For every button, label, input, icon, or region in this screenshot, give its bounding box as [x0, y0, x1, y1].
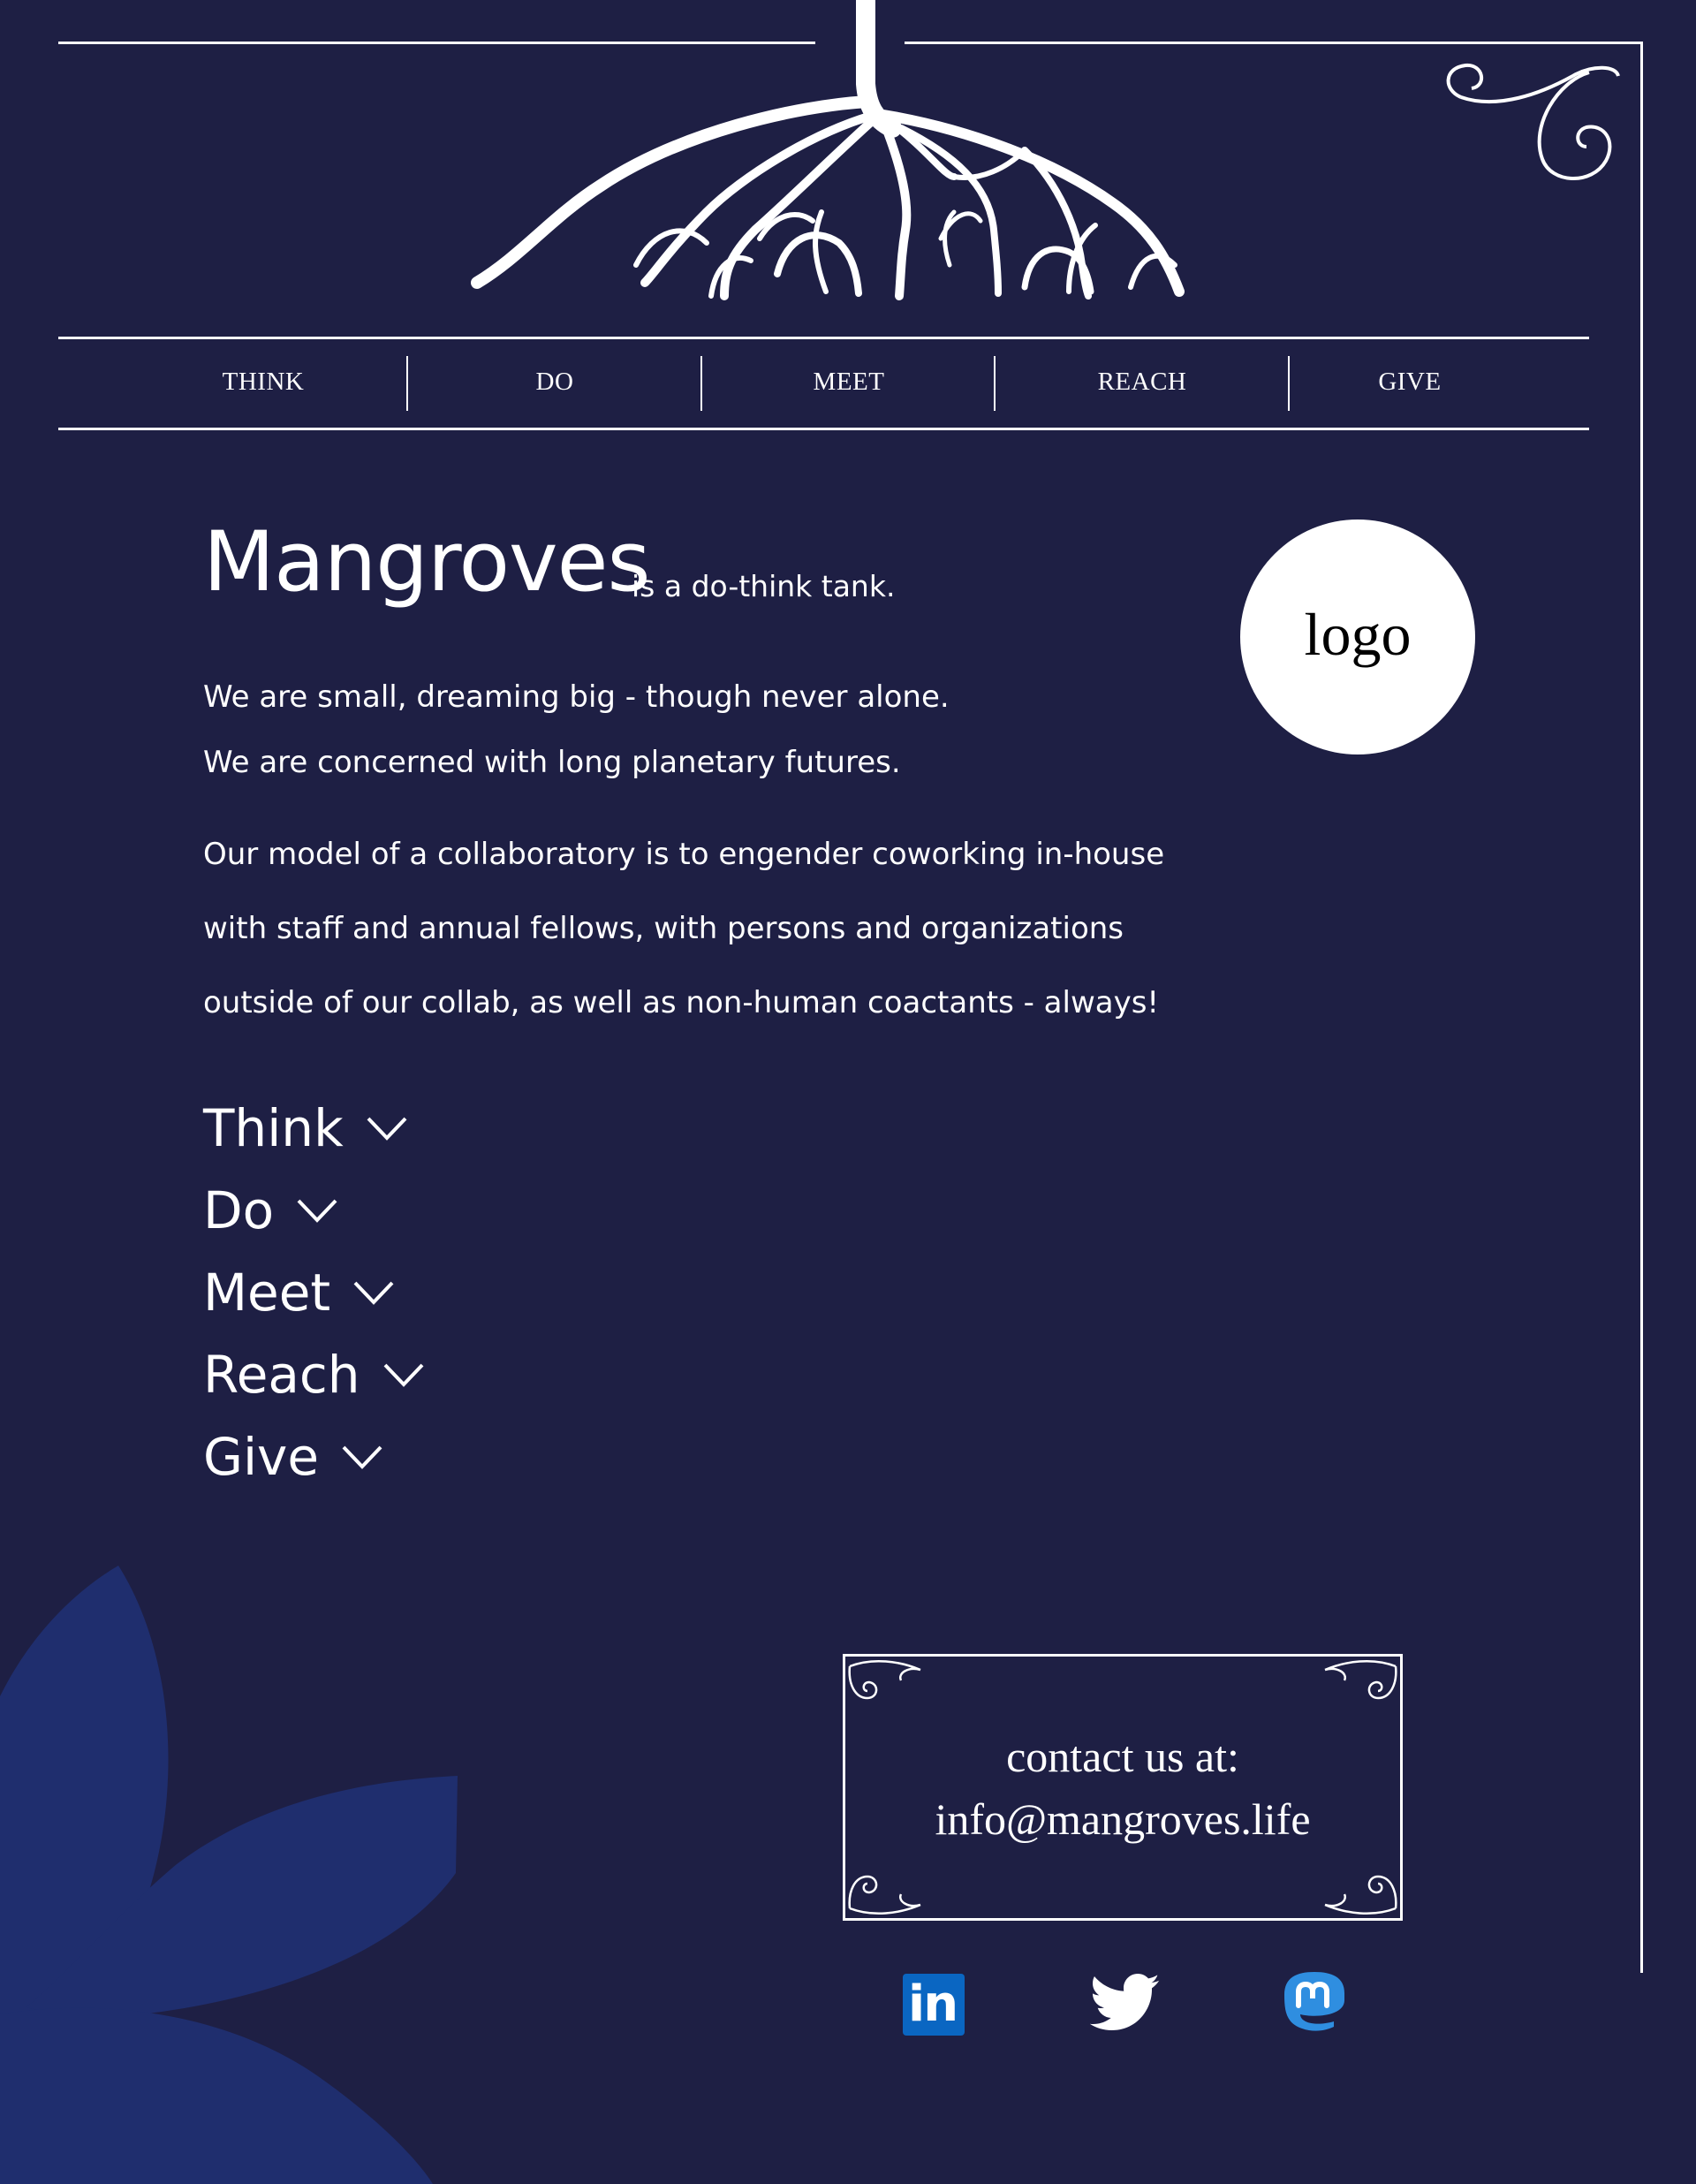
nav-give[interactable]: GIVE [1263, 355, 1556, 408]
corner-flourish-icon [1324, 1659, 1397, 1700]
linkedin-icon[interactable]: in [903, 1974, 965, 2036]
chevron-down-icon [367, 1117, 407, 1141]
nav-bottom-line [58, 428, 1589, 430]
nav-reach[interactable]: REACH [996, 355, 1289, 408]
intro-line: We are small, dreaming big - though neve… [203, 679, 950, 715]
corner-flourish-icon [1324, 1875, 1397, 1915]
intro-line: outside of our collab, as well as non-hu… [203, 985, 1160, 1020]
tagline: is a do-think tank. [632, 569, 896, 603]
contact-email[interactable]: info@mangroves.life [843, 1797, 1403, 1841]
chevron-down-icon [342, 1445, 382, 1469]
menu-item-think[interactable]: Think [203, 1103, 409, 1154]
menu-item-label: Do [203, 1180, 275, 1240]
logo: logo [1240, 519, 1475, 755]
nav-think[interactable]: THINK [117, 355, 410, 408]
chevron-down-icon [353, 1281, 394, 1305]
linkedin-icon-text: in [908, 1975, 958, 2033]
menu-item-reach[interactable]: Reach [203, 1349, 426, 1400]
nav-do[interactable]: DO [408, 355, 701, 408]
mangrove-roots-illustration [471, 0, 1185, 300]
menu-item-meet[interactable]: Meet [203, 1267, 396, 1318]
frame-right-line [1640, 42, 1643, 1973]
intro-line: We are concerned with long planetary fut… [203, 745, 901, 780]
intro-line: Our model of a collaboratory is to engen… [203, 837, 1165, 872]
nav-top-line [58, 337, 1589, 339]
menu-item-label: Think [203, 1098, 344, 1158]
chevron-down-icon [297, 1199, 337, 1223]
corner-flourish-icon [848, 1875, 921, 1915]
menu-item-do[interactable]: Do [203, 1185, 339, 1236]
leaf-decoration [0, 1566, 458, 2184]
chevron-down-icon [383, 1363, 424, 1387]
intro-line: with staff and annual fellows, with pers… [203, 911, 1124, 946]
mastodon-icon[interactable] [1279, 1968, 1350, 2043]
menu-item-label: Reach [203, 1345, 360, 1405]
logo-text: logo [1304, 600, 1412, 668]
flourish-icon [1446, 63, 1620, 180]
menu-item-label: Give [203, 1427, 320, 1487]
twitter-icon[interactable] [1090, 1972, 1161, 2034]
menu-item-label: Meet [203, 1263, 331, 1323]
corner-flourish-icon [848, 1659, 921, 1700]
contact-heading: contact us at: [1006, 1732, 1239, 1781]
brand-title: Mangroves [203, 514, 650, 610]
contact-box [843, 1654, 1403, 1921]
nav-meet[interactable]: MEET [702, 355, 996, 408]
menu-item-give[interactable]: Give [203, 1431, 384, 1483]
